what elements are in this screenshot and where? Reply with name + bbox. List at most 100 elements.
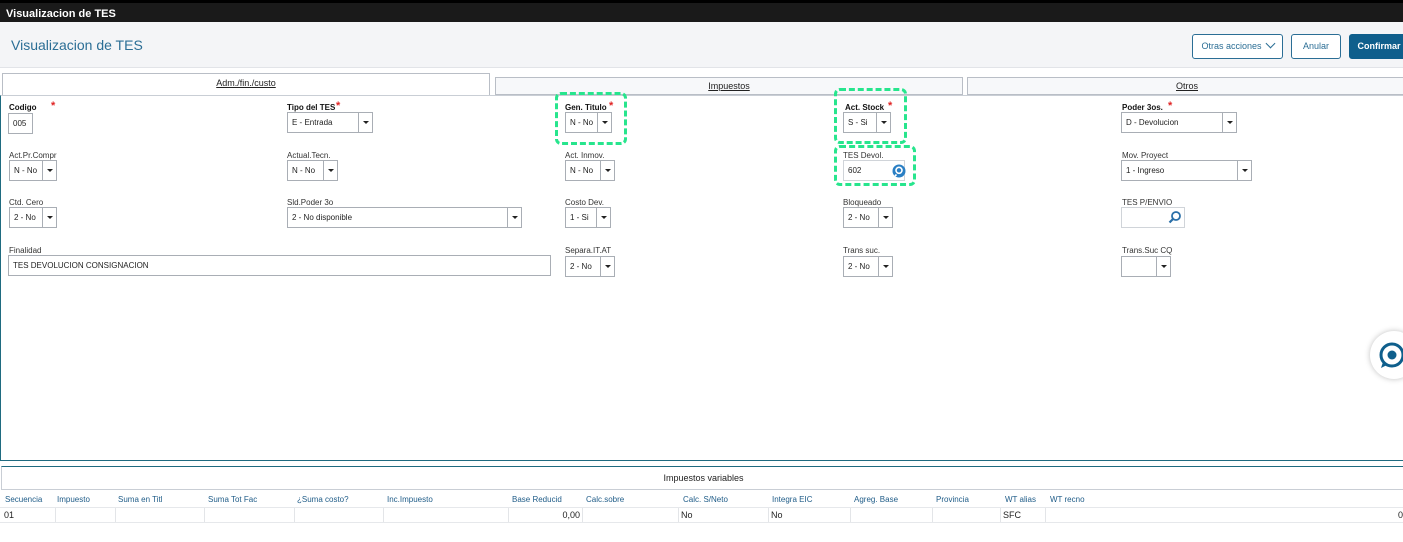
sld-poder-3o-label: Sld.Poder 3o — [287, 198, 334, 207]
poder-3os-label: Poder 3os. — [1122, 103, 1163, 112]
cell-wt-alias: SFC — [1000, 508, 1045, 522]
highlight-box — [834, 88, 907, 144]
separa-it-at-select[interactable]: 2 - No — [565, 256, 615, 277]
trans-suc-value: 2 - No — [848, 262, 870, 271]
tab-adm-label: Adm./fin./custo — [216, 78, 276, 88]
form-panel — [0, 95, 1403, 461]
impuestos-variables-header: Impuestos variables — [1, 466, 1403, 490]
trans-suc-select[interactable]: 2 - No — [843, 256, 893, 277]
otras-acciones-label: Otras acciones — [1201, 41, 1262, 51]
cell-agreg-base — [850, 508, 932, 522]
finalidad-field[interactable]: TES DEVOLUCION CONSIGNACION — [8, 255, 551, 276]
dropdown-arrow-icon — [1237, 161, 1251, 180]
dropdown-arrow-icon — [600, 161, 614, 180]
cell-provincia — [932, 508, 1000, 522]
bloqueado-value: 2 - No — [848, 213, 870, 222]
tipo-tes-value: E - Entrada — [292, 118, 333, 127]
col-header[interactable]: WT alias — [1005, 495, 1036, 504]
dropdown-arrow-icon — [878, 257, 892, 276]
col-header[interactable]: Agreg. Base — [854, 495, 898, 504]
col-header[interactable]: Integra EIC — [772, 495, 812, 504]
cell-wt-recno: 0 — [1045, 508, 1403, 522]
chat-icon — [1379, 342, 1403, 368]
act-pr-compr-value: N - No — [14, 166, 38, 175]
actual-tecn-value: N - No — [292, 166, 316, 175]
mov-proyect-label: Mov. Proyect — [1122, 151, 1169, 160]
col-header[interactable]: Provincia — [936, 495, 969, 504]
col-header[interactable]: Impuesto — [57, 495, 90, 504]
act-pr-compr-select[interactable]: N - No — [9, 160, 57, 181]
anular-button[interactable]: Anular — [1291, 34, 1341, 59]
tab-otros[interactable]: Otros — [967, 77, 1403, 95]
page-header: Visualizacion de TES Otras acciones Anul… — [0, 22, 1403, 68]
col-header[interactable]: Suma en Titl — [118, 495, 162, 504]
col-header[interactable]: WT recno — [1050, 495, 1085, 504]
codigo-label: Codigo — [9, 103, 37, 112]
col-header[interactable]: Inc.Impuesto — [387, 495, 433, 504]
dropdown-arrow-icon — [323, 161, 337, 180]
dropdown-arrow-icon — [358, 113, 372, 132]
cell-secuencia: 01 — [4, 510, 15, 520]
cell-integra-eic: No — [768, 508, 850, 522]
highlight-box — [834, 145, 916, 186]
act-inmov-label: Act. Inmov. — [565, 151, 605, 160]
dropdown-arrow-icon — [600, 257, 614, 276]
dropdown-arrow-icon — [42, 161, 56, 180]
cell-impuesto — [55, 508, 115, 522]
dropdown-arrow-icon — [42, 208, 56, 227]
dropdown-arrow-icon — [507, 208, 521, 227]
cell-inc-impuesto — [383, 508, 508, 522]
ctd-cero-value: 2 - No — [14, 213, 36, 222]
cell-calc-s-neto: No — [678, 508, 768, 522]
dropdown-arrow-icon — [1222, 113, 1236, 132]
required-mark: * — [51, 100, 56, 112]
col-header[interactable]: Calc. S/Neto — [683, 495, 728, 504]
tipo-tes-select[interactable]: E - Entrada — [287, 112, 373, 133]
page-title: Visualizacion de TES — [11, 37, 143, 53]
ctd-cero-select[interactable]: 2 - No — [9, 207, 57, 228]
actual-tecn-label: Actual.Tecn. — [287, 151, 331, 160]
dropdown-arrow-icon — [878, 208, 892, 227]
otras-acciones-button[interactable]: Otras acciones — [1192, 34, 1283, 59]
cell-suma-tot-fac — [204, 508, 294, 522]
col-header[interactable]: Base Reducid — [512, 495, 562, 504]
col-header[interactable]: Calc.sobre — [586, 495, 624, 504]
poder-3os-select[interactable]: D - Devolucion — [1121, 112, 1237, 133]
finalidad-label: Finalidad — [9, 246, 42, 255]
trans-suc-cq-select[interactable] — [1121, 256, 1171, 277]
highlight-box — [555, 92, 627, 145]
costo-dev-label: Costo Dev. — [565, 198, 604, 207]
mov-proyect-select[interactable]: 1 - Ingreso — [1121, 160, 1252, 181]
col-header[interactable]: ¿Suma costo? — [297, 495, 349, 504]
costo-dev-select[interactable]: 1 - Si — [565, 207, 611, 228]
bloqueado-select[interactable]: 2 - No — [843, 207, 893, 228]
tes-penvio-label: TES P/ENVIO — [1122, 198, 1173, 207]
codigo-field[interactable]: 005 — [8, 113, 33, 134]
col-header[interactable]: Secuencia — [5, 495, 42, 504]
table-row-divider — [0, 522, 1403, 523]
trans-suc-label: Trans suc. — [843, 246, 881, 255]
col-header[interactable]: Suma Tot Fac — [208, 495, 257, 504]
required-mark: * — [1168, 100, 1173, 112]
cell-suma-costo — [294, 508, 383, 522]
ctd-cero-label: Ctd. Cero — [9, 198, 44, 207]
chat-assistant-button[interactable] — [1370, 331, 1403, 379]
confirmar-button[interactable]: Confirmar — [1349, 34, 1403, 59]
bloqueado-label: Bloqueado — [843, 198, 882, 207]
tipo-tes-label: Tipo del TES — [287, 103, 336, 112]
mov-proyect-value: 1 - Ingreso — [1126, 166, 1165, 175]
sld-poder-3o-value: 2 - No disponible — [292, 213, 353, 222]
act-pr-compr-label: Act.Pr.Compr — [9, 151, 57, 160]
actual-tecn-select[interactable]: N - No — [287, 160, 338, 181]
act-inmov-select[interactable]: N - No — [565, 160, 615, 181]
search-icon[interactable] — [1168, 210, 1182, 224]
cell-calc-sobre — [582, 508, 678, 522]
window-title: Visualizacion de TES — [0, 0, 1403, 22]
trans-suc-cq-label: Trans.Suc CQ — [1122, 246, 1173, 255]
sld-poder-3o-select[interactable]: 2 - No disponible — [287, 207, 522, 228]
tab-adm-fin-custo[interactable]: Adm./fin./custo — [2, 73, 490, 95]
separa-it-at-label: Separa.IT.AT — [565, 246, 612, 255]
costo-dev-value: 1 - Si — [570, 213, 589, 222]
cell-suma-titl — [115, 508, 204, 522]
poder-3os-value: D - Devolucion — [1126, 118, 1179, 127]
